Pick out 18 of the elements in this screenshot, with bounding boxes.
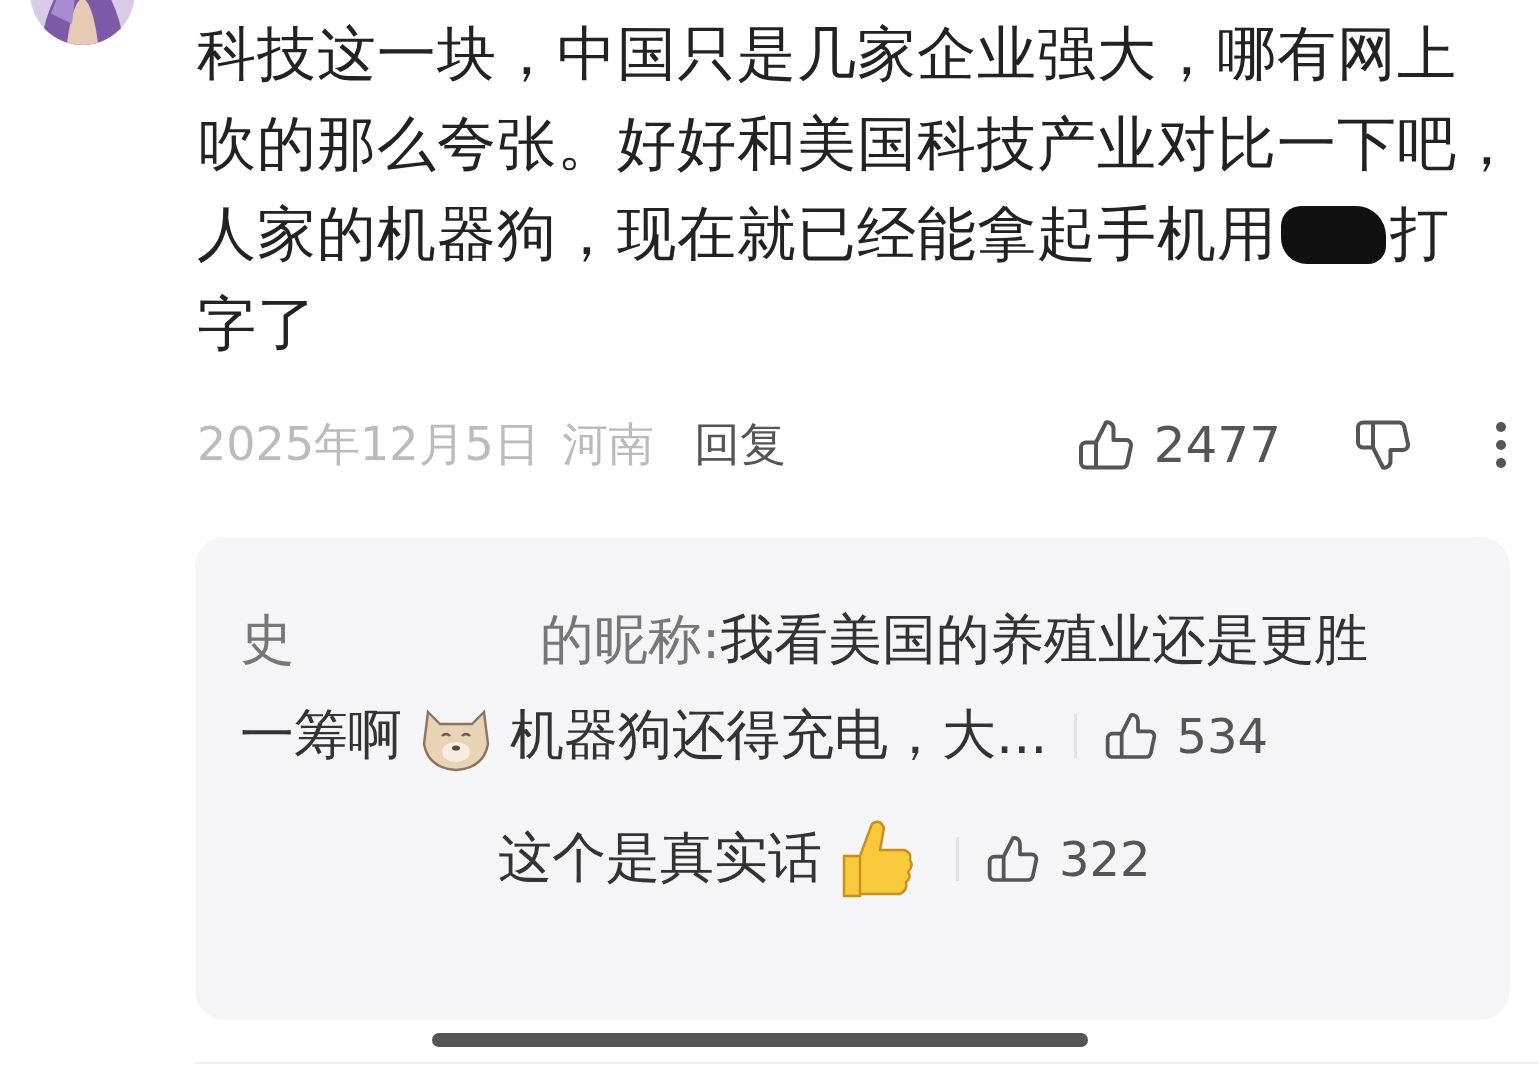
reply-text: 一筹啊 xyxy=(240,702,402,768)
like-count: 2477 xyxy=(1153,420,1281,470)
comment-text: 打 xyxy=(1390,198,1450,270)
comment-text: 吹的那么夸张。好好和美国科技产业对比一下吧， xyxy=(197,108,1517,180)
reply-text: 我看美国的养殖业还是更胜 xyxy=(720,607,1369,673)
comment-text: 字了 xyxy=(197,288,317,360)
comment-text: 科技这一块，中国只是几家企业强大，哪有网上 xyxy=(197,18,1457,90)
like-count: 534 xyxy=(1176,711,1269,760)
reply-button[interactable]: 回复 xyxy=(693,414,786,476)
reply-text: 机器狗还得充电，大... xyxy=(510,702,1048,768)
more-icon[interactable] xyxy=(1495,421,1507,469)
reply-author[interactable]: 的昵称: xyxy=(540,604,721,677)
reply-author[interactable]: 史 xyxy=(240,604,294,677)
like-count: 322 xyxy=(1059,834,1151,883)
comment-location: 河南 xyxy=(561,416,654,473)
reply-text: 这个是真实话 xyxy=(498,825,822,891)
comment-date: 2025年12月5日 xyxy=(197,416,540,473)
comment-text: 人家的机器狗，现在就已经能拿起手机用 xyxy=(197,198,1277,270)
